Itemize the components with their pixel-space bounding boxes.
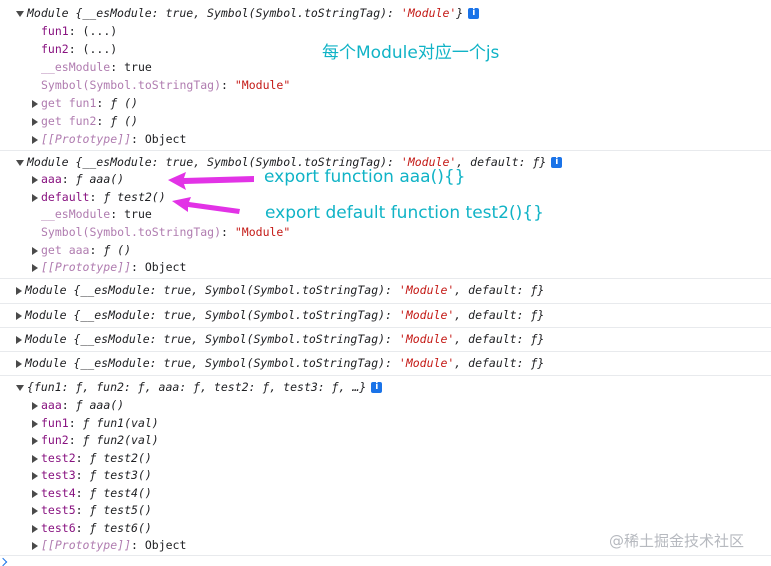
- watermark: @稀土掘金技术社区: [609, 532, 745, 550]
- arrow-to-default: [172, 197, 240, 214]
- arrow-to-aaa: [168, 172, 254, 190]
- annotation-arrows: [168, 172, 254, 214]
